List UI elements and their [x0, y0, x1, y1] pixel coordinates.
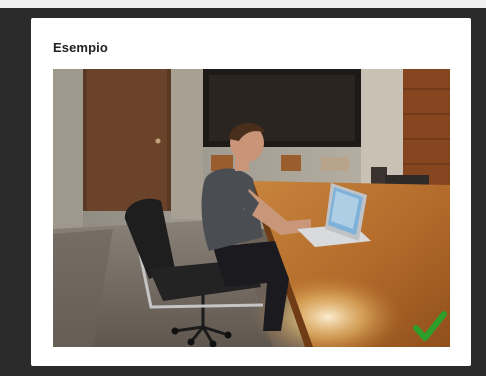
example-card: Esempio: [31, 18, 471, 366]
window-top-border: [0, 0, 486, 8]
card-title: Esempio: [53, 40, 108, 55]
checkmark-icon: [413, 311, 447, 341]
example-photo: [53, 69, 450, 347]
